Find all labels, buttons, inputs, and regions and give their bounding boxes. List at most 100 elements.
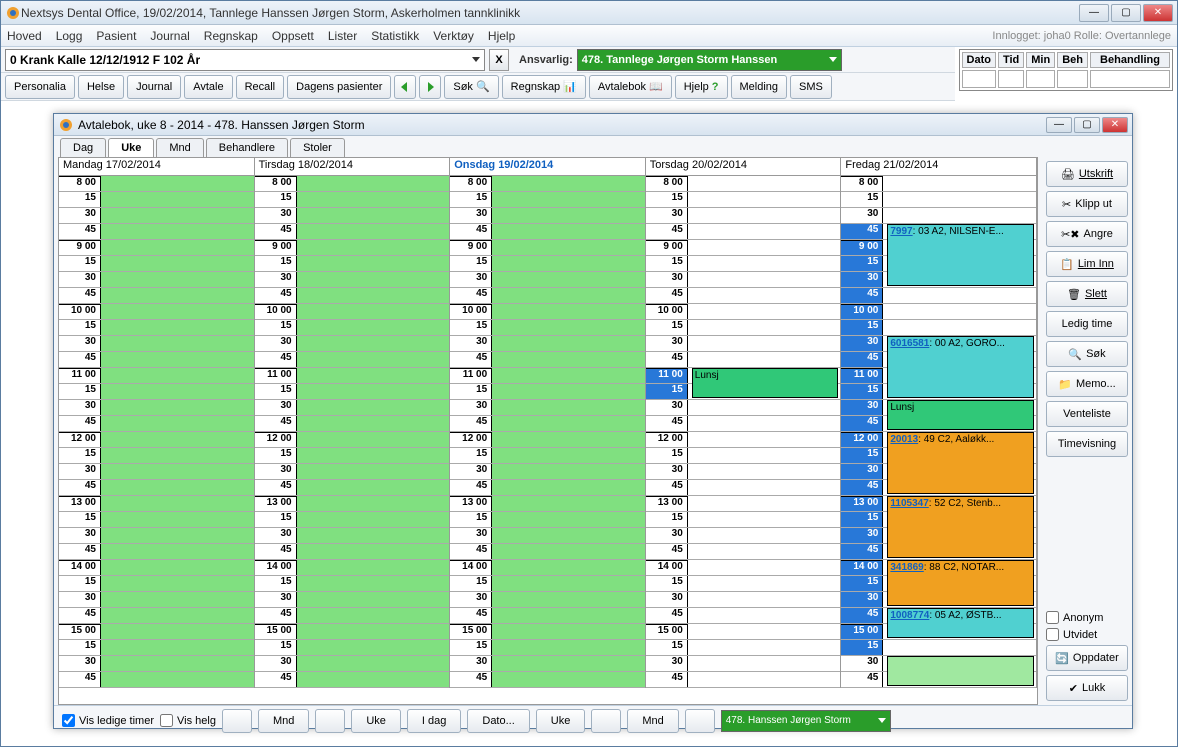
sms-button[interactable]: SMS	[790, 75, 832, 99]
time-slot[interactable]	[688, 304, 841, 319]
menu-logg[interactable]: Logg	[56, 29, 83, 43]
melding-button[interactable]: Melding	[731, 75, 788, 99]
time-slot[interactable]	[688, 336, 841, 351]
hjelp-button[interactable]: Hjelp?	[675, 75, 728, 99]
time-slot[interactable]	[101, 192, 254, 207]
time-slot[interactable]	[688, 624, 841, 639]
time-slot[interactable]	[297, 336, 450, 351]
time-slot[interactable]	[688, 448, 841, 463]
time-slot[interactable]	[101, 256, 254, 271]
menu-verktoy[interactable]: Verktøy	[433, 29, 474, 43]
time-slot[interactable]	[297, 512, 450, 527]
time-slot[interactable]	[101, 608, 254, 623]
minimize-button[interactable]: —	[1079, 4, 1109, 22]
time-slot[interactable]	[492, 384, 645, 399]
time-slot[interactable]	[101, 176, 254, 191]
time-slot[interactable]	[101, 496, 254, 511]
time-slot[interactable]	[297, 576, 450, 591]
time-slot[interactable]	[297, 240, 450, 255]
time-slot[interactable]	[883, 304, 1036, 319]
menu-journal[interactable]: Journal	[150, 29, 189, 43]
time-slot[interactable]	[297, 544, 450, 559]
time-slot[interactable]	[101, 240, 254, 255]
time-slot[interactable]	[492, 512, 645, 527]
time-slot[interactable]	[688, 416, 841, 431]
avtale-button[interactable]: Avtale	[184, 75, 232, 99]
uke-fwd-button[interactable]: Uke	[536, 709, 586, 733]
appointment[interactable]: 1105347: 52 C2, Stenb...	[887, 496, 1034, 558]
close-button[interactable]: ✕	[1143, 4, 1173, 22]
time-slot[interactable]	[688, 496, 841, 511]
time-slot[interactable]	[297, 352, 450, 367]
time-slot[interactable]	[297, 224, 450, 239]
personalia-button[interactable]: Personalia	[5, 75, 75, 99]
time-slot[interactable]	[492, 320, 645, 335]
time-slot[interactable]	[101, 368, 254, 383]
day-column[interactable]: 8 001530459 0015304510 0015304511 001530…	[59, 176, 255, 688]
time-slot[interactable]	[297, 400, 450, 415]
time-slot[interactable]	[688, 672, 841, 687]
tab-stoler[interactable]: Stoler	[290, 138, 345, 157]
time-slot[interactable]	[101, 544, 254, 559]
time-slot[interactable]	[101, 464, 254, 479]
time-slot[interactable]	[688, 208, 841, 223]
day-column[interactable]: 8 001530459 0015304510 0015304511 001530…	[255, 176, 451, 688]
time-slot[interactable]	[101, 208, 254, 223]
time-slot[interactable]	[492, 224, 645, 239]
time-slot[interactable]	[297, 448, 450, 463]
time-slot[interactable]	[492, 672, 645, 687]
time-slot[interactable]	[688, 528, 841, 543]
time-slot[interactable]	[297, 288, 450, 303]
time-slot[interactable]	[101, 224, 254, 239]
time-slot[interactable]	[688, 352, 841, 367]
time-slot[interactable]	[101, 448, 254, 463]
time-slot[interactable]	[492, 368, 645, 383]
timevisning-button[interactable]: Timevisning	[1046, 431, 1128, 457]
time-slot[interactable]	[688, 272, 841, 287]
time-slot[interactable]	[492, 560, 645, 575]
time-slot[interactable]	[688, 288, 841, 303]
tab-mnd[interactable]: Mnd	[156, 138, 203, 157]
time-slot[interactable]	[492, 208, 645, 223]
time-slot[interactable]	[101, 384, 254, 399]
dato-button[interactable]: Dato...	[467, 709, 529, 733]
time-slot[interactable]	[883, 640, 1036, 655]
appointment[interactable]: 341869: 88 C2, NOTAR...	[887, 560, 1034, 606]
menu-pasient[interactable]: Pasient	[96, 29, 136, 43]
time-slot[interactable]	[492, 432, 645, 447]
day-column[interactable]: 8 001530459 0015304510 0015304511 001530…	[646, 176, 842, 688]
time-slot[interactable]	[883, 320, 1036, 335]
time-slot[interactable]	[492, 176, 645, 191]
inner-maximize-button[interactable]: ▢	[1074, 117, 1100, 133]
time-slot[interactable]	[297, 480, 450, 495]
time-slot[interactable]	[492, 496, 645, 511]
time-slot[interactable]	[883, 176, 1036, 191]
utvidet-checkbox[interactable]: Utvidet	[1046, 628, 1128, 641]
time-slot[interactable]	[297, 528, 450, 543]
time-slot[interactable]	[883, 288, 1036, 303]
menu-lister[interactable]: Lister	[328, 29, 357, 43]
time-slot[interactable]	[688, 560, 841, 575]
appointment[interactable]: 6016581: 00 A2, GORO...	[887, 336, 1034, 398]
utskrift-button[interactable]: 🖨 Utskrift	[1046, 161, 1128, 187]
time-slot[interactable]	[492, 352, 645, 367]
day-column[interactable]: 8 001530459 0015304510 0015304511 001530…	[841, 176, 1037, 688]
tab-behandlere[interactable]: Behandlere	[206, 138, 288, 157]
time-slot[interactable]	[297, 304, 450, 319]
time-slot[interactable]	[492, 624, 645, 639]
time-slot[interactable]	[101, 624, 254, 639]
prev-month-button[interactable]	[222, 709, 252, 733]
time-slot[interactable]	[492, 272, 645, 287]
helse-button[interactable]: Helse	[78, 75, 124, 99]
time-slot[interactable]	[492, 576, 645, 591]
time-slot[interactable]	[101, 416, 254, 431]
time-slot[interactable]	[492, 288, 645, 303]
time-slot[interactable]	[492, 192, 645, 207]
time-slot[interactable]	[492, 592, 645, 607]
clear-patient-button[interactable]: X	[489, 49, 509, 71]
time-slot[interactable]	[297, 384, 450, 399]
time-slot[interactable]	[297, 432, 450, 447]
journal-button[interactable]: Journal	[127, 75, 181, 99]
maximize-button[interactable]: ▢	[1111, 4, 1141, 22]
klipp-ut-button[interactable]: ✂ Klipp ut	[1046, 191, 1128, 217]
